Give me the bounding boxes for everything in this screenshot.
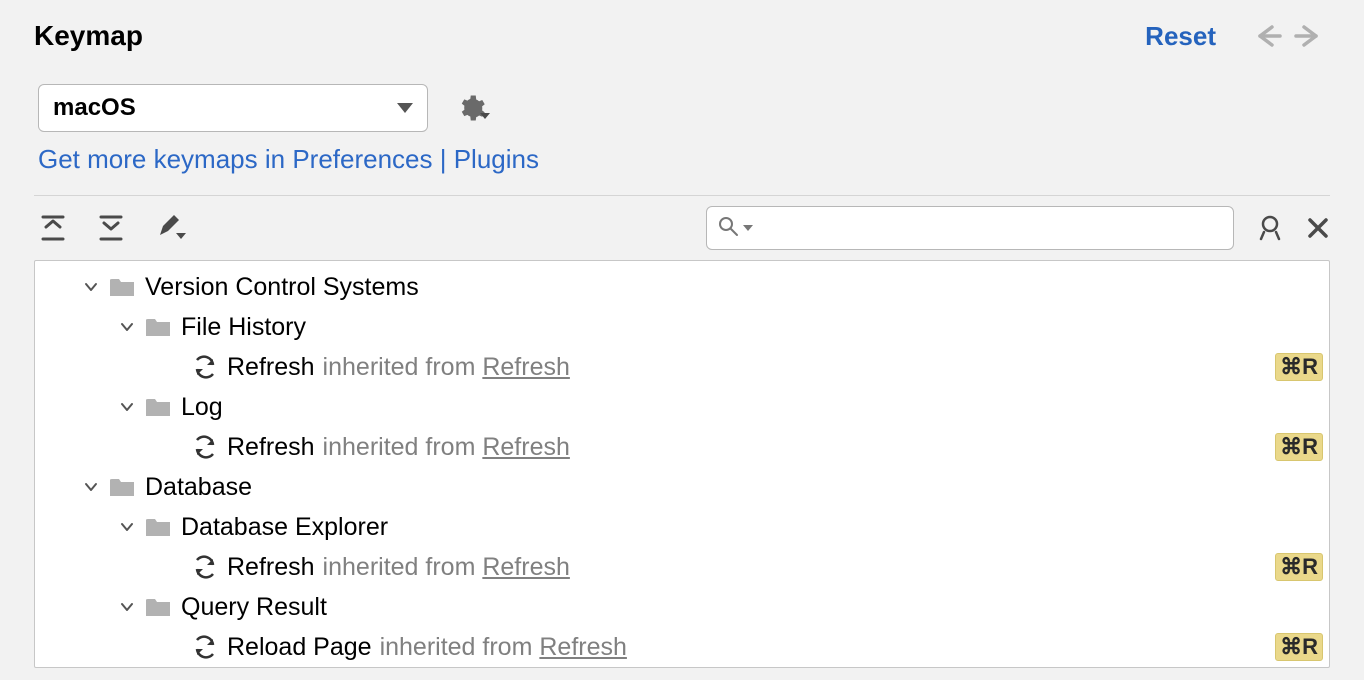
tree-label: Query Result xyxy=(181,593,327,622)
chevron-down-icon xyxy=(83,479,99,495)
inherited-text: inherited from Refresh xyxy=(323,353,570,382)
tree-node-log[interactable]: Log xyxy=(35,387,1329,427)
tree-label: Version Control Systems xyxy=(145,273,419,302)
inherited-link[interactable]: Refresh xyxy=(482,553,570,581)
get-more-keymaps-link[interactable]: Get more keymaps in Preferences | Plugin… xyxy=(0,132,1364,195)
expand-all-icon[interactable] xyxy=(40,214,66,242)
inherited-link[interactable]: Refresh xyxy=(482,353,570,381)
tree-action-label: Reload Page xyxy=(227,633,372,662)
refresh-icon xyxy=(193,635,217,659)
tree-node-db-explorer[interactable]: Database Explorer xyxy=(35,507,1329,547)
folder-icon xyxy=(145,596,171,618)
chevron-down-icon xyxy=(119,599,135,615)
inherited-text: inherited from Refresh xyxy=(323,553,570,582)
shortcut-badge: ⌘R xyxy=(1275,433,1323,461)
tree-action-refresh[interactable]: Refresh inherited from Refresh ⌘R xyxy=(35,547,1329,587)
inherited-text: inherited from Refresh xyxy=(380,633,627,662)
refresh-icon xyxy=(193,355,217,379)
chevron-down-icon xyxy=(119,519,135,535)
tree-action-label: Refresh xyxy=(227,353,315,382)
shortcut-badge: ⌘R xyxy=(1275,353,1323,381)
refresh-icon xyxy=(193,435,217,459)
refresh-icon xyxy=(193,555,217,579)
search-input[interactable] xyxy=(753,216,1223,241)
tree-node-query-result[interactable]: Query Result xyxy=(35,587,1329,627)
chevron-down-icon xyxy=(83,279,99,295)
forward-arrow-icon[interactable] xyxy=(1294,24,1324,48)
tree-action-label: Refresh xyxy=(227,553,315,582)
folder-icon xyxy=(145,516,171,538)
inherited-text: inherited from Refresh xyxy=(323,433,570,462)
gear-icon[interactable] xyxy=(456,93,490,123)
shortcut-badge: ⌘R xyxy=(1275,553,1323,581)
collapse-all-icon[interactable] xyxy=(98,214,124,242)
inherited-link[interactable]: Refresh xyxy=(482,433,570,461)
search-icon xyxy=(717,215,741,242)
tree-node-database[interactable]: Database xyxy=(35,467,1329,507)
back-arrow-icon[interactable] xyxy=(1252,24,1282,48)
tree-action-refresh[interactable]: Refresh inherited from Refresh ⌘R xyxy=(35,347,1329,387)
page-title: Keymap xyxy=(34,20,143,52)
tree-action-reload-page[interactable]: Reload Page inherited from Refresh ⌘R xyxy=(35,627,1329,667)
close-icon[interactable] xyxy=(1306,216,1330,240)
tree-action-refresh[interactable]: Refresh inherited from Refresh ⌘R xyxy=(35,427,1329,467)
keymap-tree: Version Control Systems File History Ref… xyxy=(34,260,1330,668)
tree-label: Database xyxy=(145,473,252,502)
folder-icon xyxy=(145,396,171,418)
tree-label: Log xyxy=(181,393,223,422)
dropdown-triangle-icon xyxy=(397,103,413,113)
tree-node-file-history[interactable]: File History xyxy=(35,307,1329,347)
tree-node-vcs[interactable]: Version Control Systems xyxy=(35,267,1329,307)
folder-icon xyxy=(109,476,135,498)
chevron-down-icon xyxy=(119,399,135,415)
search-options-triangle-icon[interactable] xyxy=(743,225,753,231)
chevron-down-icon xyxy=(119,319,135,335)
inherited-link[interactable]: Refresh xyxy=(539,633,627,661)
keymap-select[interactable]: macOS xyxy=(38,84,428,132)
folder-icon xyxy=(109,276,135,298)
keymap-select-value: macOS xyxy=(53,94,136,122)
tree-label: Database Explorer xyxy=(181,513,388,542)
edit-icon[interactable] xyxy=(156,213,186,243)
tree-label: File History xyxy=(181,313,306,342)
shortcut-badge: ⌘R xyxy=(1275,633,1323,661)
folder-icon xyxy=(145,316,171,338)
search-input-container[interactable] xyxy=(706,206,1234,250)
reset-button[interactable]: Reset xyxy=(1145,21,1216,52)
tree-action-label: Refresh xyxy=(227,433,315,462)
find-shortcut-icon[interactable] xyxy=(1256,214,1284,242)
